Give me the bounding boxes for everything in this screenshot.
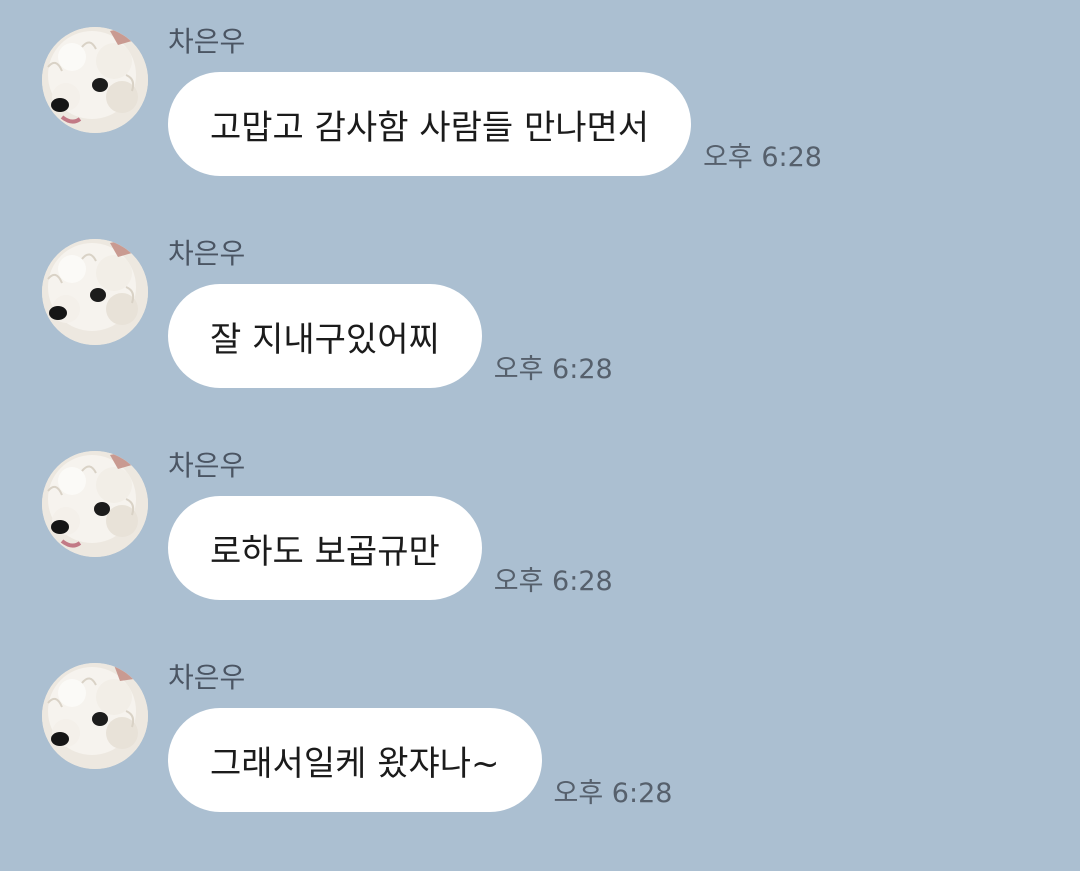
dog-photo-icon [42, 663, 148, 769]
message-group: 차은우 잘 지내구있어찌 오후 6:28 [0, 212, 1080, 402]
message-time: 오후 6:28 [493, 566, 613, 597]
message-time: 오후 6:28 [493, 354, 613, 385]
message-bubble[interactable]: 잘 지내구있어찌 [168, 284, 482, 388]
dog-photo-icon [42, 239, 148, 345]
sender-name: 차은우 [168, 25, 246, 58]
message-bubble[interactable]: 그래서일케 왔쟈나~ [168, 708, 542, 812]
message-row: 고맙고 감사함 사람들 만나면서 오후 6:28 [168, 72, 822, 176]
sender-name: 차은우 [168, 449, 246, 482]
chat-room: 차은우 고맙고 감사함 사람들 만나면서 오후 6:28 차은우 잘 지내구있어… [0, 0, 1080, 871]
message-group: 차은우 그래서일케 왔쟈나~ 오후 6:28 [0, 636, 1080, 826]
avatar-profile-photo-icon[interactable] [42, 239, 148, 345]
message-time: 오후 6:28 [553, 778, 673, 809]
sender-name: 차은우 [168, 237, 246, 270]
message-row: 그래서일케 왔쟈나~ 오후 6:28 [168, 708, 672, 812]
dog-photo-icon [42, 27, 148, 133]
message-bubble[interactable]: 고맙고 감사함 사람들 만나면서 [168, 72, 692, 176]
message-row: 로하도 보곱규만 오후 6:28 [168, 496, 613, 600]
message-row: 잘 지내구있어찌 오후 6:28 [168, 284, 613, 388]
avatar-profile-photo-icon[interactable] [42, 451, 148, 557]
message-group: 차은우 로하도 보곱규만 오후 6:28 [0, 424, 1080, 614]
dog-photo-icon [42, 451, 148, 557]
message-group: 차은우 고맙고 감사함 사람들 만나면서 오후 6:28 [0, 0, 1080, 190]
message-time: 오후 6:28 [703, 142, 822, 173]
message-bubble[interactable]: 로하도 보곱규만 [168, 496, 482, 600]
sender-name: 차은우 [168, 661, 246, 694]
avatar-profile-photo-icon[interactable] [42, 663, 148, 769]
avatar-profile-photo-icon[interactable] [42, 27, 148, 133]
